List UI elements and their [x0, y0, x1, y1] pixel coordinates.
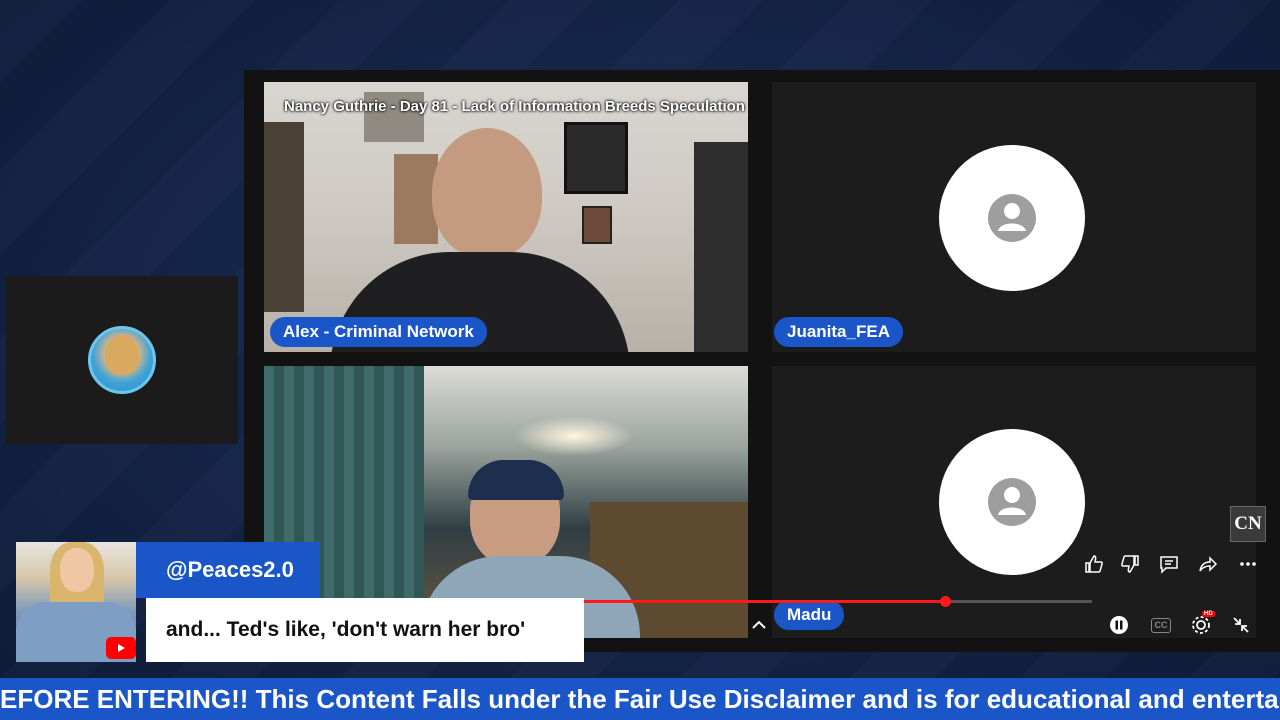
disclaimer-ticker: EFORE ENTERING!! This Content Falls unde… [0, 678, 1280, 720]
cat-tree [694, 142, 748, 352]
user-icon [988, 478, 1036, 526]
thumbs-up-icon[interactable] [1080, 550, 1108, 578]
youtube-logo-icon [106, 637, 136, 659]
progress-fill [584, 600, 945, 603]
comment-icon[interactable] [1155, 550, 1183, 578]
player-action-bar [1080, 550, 1280, 580]
video-progress-bar[interactable] [584, 596, 1092, 607]
participant-face [432, 128, 542, 258]
settings-gear-icon[interactable]: HD [1188, 611, 1215, 638]
stream-title: Nancy Guthrie - Day 81 - Lack of Informa… [284, 98, 745, 115]
progress-scrubber[interactable] [939, 596, 951, 607]
pause-icon[interactable] [1106, 612, 1132, 638]
captions-button[interactable]: CC [1148, 612, 1174, 638]
participant-tile-juanita[interactable]: Juanita_FEA [772, 82, 1256, 352]
channel-watermark-logo[interactable]: CN [1230, 506, 1266, 542]
shelf [264, 122, 304, 312]
comment-username: @Peaces2.0 [136, 542, 320, 598]
more-options-icon[interactable] [1234, 550, 1262, 578]
avatar-placeholder [939, 145, 1085, 291]
participant-tile-alex[interactable]: Nancy Guthrie - Day 81 - Lack of Informa… [264, 82, 748, 352]
participant-name-alex: Alex - Criminal Network [270, 317, 487, 347]
wall-art [564, 122, 628, 194]
captions-label: CC [1151, 617, 1171, 633]
avatar-placeholder [939, 429, 1085, 575]
wall-art [582, 206, 612, 244]
host-panel [6, 276, 238, 444]
exit-fullscreen-icon[interactable] [1228, 612, 1254, 638]
video-call-window: Nancy Guthrie - Day 81 - Lack of Informa… [244, 70, 1280, 652]
share-icon[interactable] [1194, 550, 1222, 578]
player-control-bar: CC HD [1106, 611, 1276, 642]
thumbs-down-icon[interactable] [1116, 550, 1144, 578]
hd-badge: HD [1202, 611, 1215, 617]
comment-text: and... Ted's like, 'don't warn her bro' [146, 598, 584, 662]
participant-tile-madu[interactable]: Madu [772, 366, 1256, 638]
participant-name-madu: Madu [774, 600, 845, 630]
user-icon [988, 194, 1036, 242]
host-avatar [88, 326, 156, 394]
participant-name-juanita: Juanita_FEA [774, 317, 903, 347]
chevron-up-icon[interactable] [750, 616, 768, 634]
ticker-text: EFORE ENTERING!! This Content Falls unde… [0, 684, 1280, 714]
ceiling-light [514, 416, 634, 456]
participant-cap [468, 460, 564, 500]
photo-face [60, 548, 94, 592]
